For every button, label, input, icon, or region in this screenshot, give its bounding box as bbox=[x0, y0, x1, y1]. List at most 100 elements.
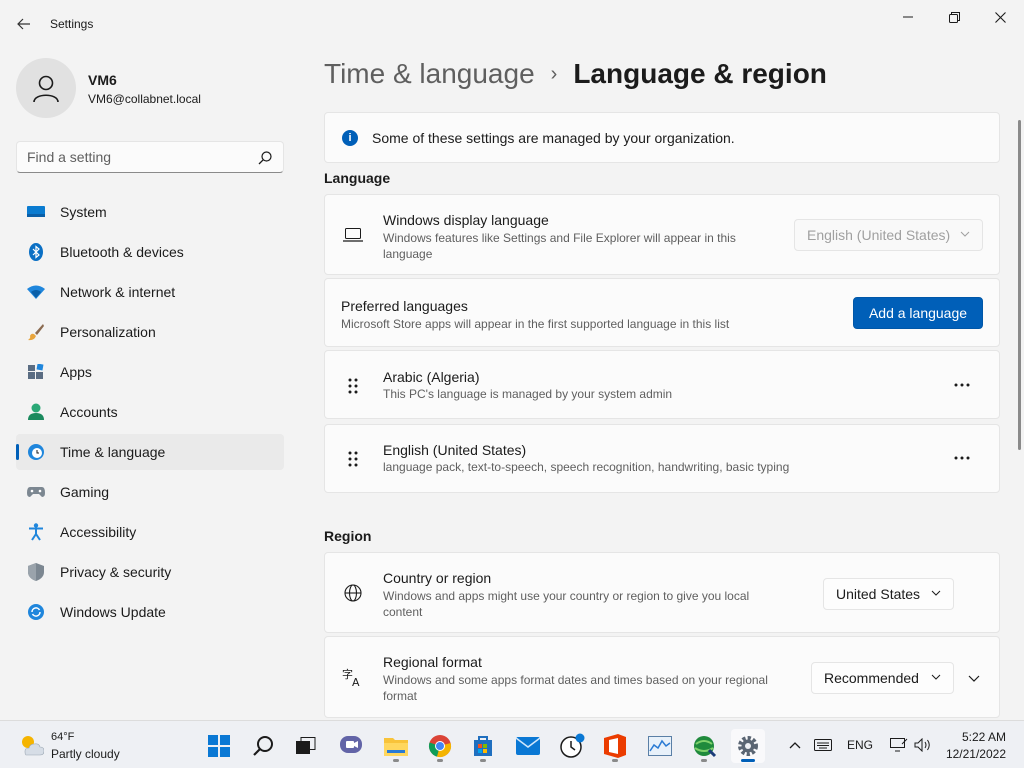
scrollbar[interactable] bbox=[1018, 120, 1021, 450]
country-region-dropdown[interactable]: United States bbox=[823, 578, 954, 610]
sidebar-item-accounts[interactable]: Accounts bbox=[16, 394, 284, 430]
sidebar-item-label: Accounts bbox=[60, 404, 118, 420]
country-region-description: Windows and apps might use your country … bbox=[383, 589, 750, 619]
chevron-down-icon bbox=[931, 588, 941, 599]
user-name: VM6 bbox=[88, 72, 117, 88]
minimize-icon[interactable] bbox=[886, 6, 930, 28]
settings-gear-icon[interactable] bbox=[731, 729, 765, 763]
country-region-card: Country or region Windows and apps might… bbox=[324, 552, 1000, 633]
close-icon[interactable] bbox=[978, 6, 1022, 28]
sidebar-item-label: Personalization bbox=[60, 324, 156, 340]
more-options-icon[interactable] bbox=[947, 373, 977, 397]
search-box[interactable] bbox=[16, 141, 284, 173]
section-title-region: Region bbox=[324, 528, 372, 544]
info-icon: i bbox=[342, 130, 358, 146]
search-icon[interactable] bbox=[247, 729, 281, 763]
language-item[interactable]: Arabic (Algeria) This PC's language is m… bbox=[324, 350, 1000, 419]
chevron-down-icon bbox=[960, 229, 970, 240]
country-region-title: Country or region bbox=[383, 570, 492, 586]
regional-format-description: Windows and some apps format dates and t… bbox=[383, 673, 768, 703]
restore-icon[interactable] bbox=[932, 6, 976, 28]
chat-icon[interactable] bbox=[334, 729, 368, 763]
preferred-languages-description: Microsoft Store apps will appear in the … bbox=[341, 317, 730, 331]
drag-handle-icon[interactable] bbox=[345, 450, 361, 470]
sidebar-item-time-language[interactable]: Time & language bbox=[16, 434, 284, 470]
avatar bbox=[16, 58, 76, 118]
display-language-description: Windows features like Settings and File … bbox=[383, 231, 736, 261]
sidebar-item-label: Privacy & security bbox=[60, 564, 172, 580]
sidebar-item-label: Time & language bbox=[60, 444, 166, 460]
country-region-value: United States bbox=[836, 586, 921, 602]
user-profile[interactable]: VM6 VM6@collabnet.local bbox=[16, 58, 286, 118]
sidebar-item-label: Apps bbox=[60, 364, 92, 380]
drag-handle-icon[interactable] bbox=[345, 377, 361, 397]
search-icon[interactable] bbox=[257, 150, 273, 166]
perf-monitor-icon[interactable] bbox=[643, 729, 677, 763]
sidebar-item-personalization[interactable]: Personalization bbox=[16, 314, 284, 350]
chevron-down-icon bbox=[931, 672, 941, 683]
breadcrumb: Time & language › Language & region bbox=[324, 58, 827, 94]
sidebar-nav: System Bluetooth & devices Network & int… bbox=[16, 194, 284, 634]
mail-icon[interactable] bbox=[511, 729, 545, 763]
sidebar-item-apps[interactable]: Apps bbox=[16, 354, 284, 390]
sidebar-item-accessibility[interactable]: Accessibility bbox=[16, 514, 284, 550]
apps-icon bbox=[26, 362, 46, 382]
sidebar-item-privacy[interactable]: Privacy & security bbox=[16, 554, 284, 590]
globe-icon bbox=[342, 582, 364, 604]
office-icon[interactable] bbox=[598, 729, 632, 763]
clock-app-icon[interactable] bbox=[555, 729, 589, 763]
language-detail: language pack, text-to-speech, speech re… bbox=[383, 460, 790, 474]
keyboard-icon[interactable] bbox=[812, 733, 834, 757]
weather-widget[interactable]: 64°F Partly cloudy bbox=[18, 729, 168, 761]
running-indicator bbox=[480, 759, 486, 762]
laptop-icon bbox=[342, 224, 364, 246]
app-title: Settings bbox=[50, 17, 94, 31]
bluetooth-icon bbox=[26, 242, 46, 262]
start-icon[interactable] bbox=[202, 729, 236, 763]
regional-format-dropdown[interactable]: Recommended bbox=[811, 662, 954, 694]
sidebar-item-label: Bluetooth & devices bbox=[60, 244, 184, 260]
file-explorer-icon[interactable] bbox=[379, 729, 413, 763]
network-globe-icon[interactable] bbox=[687, 729, 721, 763]
sidebar-item-label: Network & internet bbox=[60, 284, 176, 300]
system-icon bbox=[26, 202, 46, 222]
sidebar-item-label: Gaming bbox=[60, 484, 110, 500]
clock-date[interactable]: 12/21/2022 bbox=[944, 747, 1006, 761]
sidebar-item-windows-update[interactable]: Windows Update bbox=[16, 594, 284, 630]
task-view-icon[interactable] bbox=[289, 729, 323, 763]
chrome-icon[interactable] bbox=[423, 729, 457, 763]
input-language-indicator[interactable]: ENG bbox=[843, 733, 877, 757]
brush-icon bbox=[26, 322, 46, 342]
display-language-dropdown[interactable]: English (United States) bbox=[794, 219, 983, 251]
language-item[interactable]: English (United States) language pack, t… bbox=[324, 424, 1000, 493]
volume-icon[interactable] bbox=[912, 733, 934, 757]
weather-temperature: 64°F bbox=[51, 731, 75, 743]
accounts-icon bbox=[26, 402, 46, 422]
user-email: VM6@collabnet.local bbox=[88, 92, 201, 106]
page-title: Language & region bbox=[573, 58, 827, 89]
store-icon[interactable] bbox=[466, 729, 500, 763]
clock-time[interactable]: 5:22 AM bbox=[960, 730, 1006, 744]
regional-format-card[interactable]: 字A Regional format Windows and some apps… bbox=[324, 636, 1000, 718]
info-banner-text: Some of these settings are managed by yo… bbox=[372, 130, 735, 146]
show-hidden-icons-icon[interactable] bbox=[786, 733, 804, 757]
sidebar-item-label: Windows Update bbox=[60, 604, 166, 620]
title-bar: Settings bbox=[0, 0, 1024, 48]
sidebar-item-gaming[interactable]: Gaming bbox=[16, 474, 284, 510]
expand-chevron-icon[interactable] bbox=[963, 667, 985, 689]
shield-icon bbox=[26, 562, 46, 582]
search-input[interactable] bbox=[27, 148, 247, 166]
language-format-icon: 字A bbox=[342, 666, 364, 688]
breadcrumb-separator: › bbox=[550, 63, 558, 85]
breadcrumb-parent[interactable]: Time & language bbox=[324, 58, 535, 89]
add-language-button[interactable]: Add a language bbox=[853, 297, 983, 329]
sidebar-item-network[interactable]: Network & internet bbox=[16, 274, 284, 310]
sidebar-item-system[interactable]: System bbox=[16, 194, 284, 230]
back-arrow-icon[interactable] bbox=[12, 12, 36, 36]
network-icon[interactable] bbox=[888, 733, 910, 757]
more-options-icon[interactable] bbox=[947, 446, 977, 470]
partly-cloudy-icon bbox=[18, 733, 45, 757]
accessibility-icon bbox=[26, 522, 46, 542]
sidebar-item-bluetooth[interactable]: Bluetooth & devices bbox=[16, 234, 284, 270]
section-title-language: Language bbox=[324, 170, 391, 186]
